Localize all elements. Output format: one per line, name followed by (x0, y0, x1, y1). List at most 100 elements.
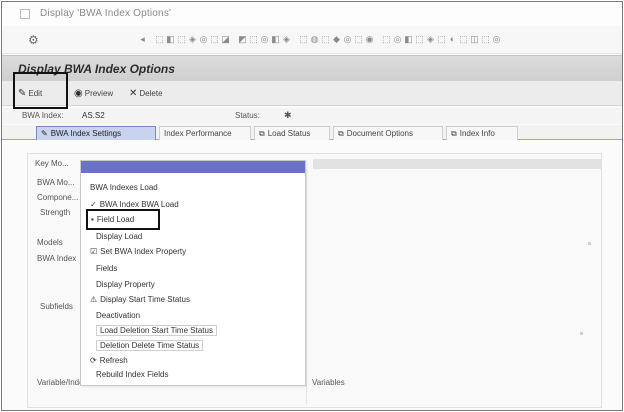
screen-title-bar: Display BWA Index Options (2, 55, 622, 81)
bwa-index-value: AS.S2 (82, 111, 105, 120)
tab-bwa-index-settings[interactable]: ✎ BWA Index Settings (36, 126, 156, 140)
menu-item[interactable]: ⚠ Display Start Time Status (90, 295, 190, 304)
preview-button[interactable]: ◉ Preview (74, 85, 113, 102)
window-title-bar: Display 'BWA Index Options' (2, 2, 622, 26)
system-toolbar-icon[interactable]: ◍ (310, 34, 319, 45)
system-toolbar-icons: ◂ ⬚ ◧ ⬚ ◈ ◎ ⬚ ◪ ◩ ⬚ ◎ ◧ ◈ ⬚ ◍ ⬚ ◆ ◎ ⬚ ◉ ⬚ ◎ ◧ ⬚ ◈ ⬚ ◐ ⬚ ◫ ⬚ ◎ (138, 34, 503, 45)
refresh-icon: ⟳ (90, 356, 97, 365)
system-toolbar-icon[interactable]: ◂ (138, 34, 147, 45)
system-toolbar-icon[interactable]: ⬚ (481, 34, 490, 45)
menu-item[interactable]: Deactivation (96, 311, 140, 320)
system-toolbar-icon[interactable]: ⬚ (459, 34, 468, 45)
system-toolbar-icon[interactable]: ⬚ (177, 34, 186, 45)
edit-highlight-box (13, 72, 68, 109)
context-menu (80, 160, 306, 386)
tab-label: Load Status (267, 129, 311, 138)
tab-index-performance[interactable]: Index Performance (159, 126, 251, 140)
header-field-row: BWA Index: AS.S2 Status: ✱ (2, 108, 622, 124)
left-field-label: BWA Mo... (37, 178, 75, 187)
menu-item[interactable]: ⟳ Refresh (90, 356, 128, 365)
tab-document-options[interactable]: ⧉ Document Options (333, 126, 443, 140)
system-toolbar-icon[interactable]: ⬚ (437, 34, 446, 45)
left-field-label: Subfields (40, 302, 73, 311)
menu-item-label: Display Property (96, 280, 155, 289)
system-toolbar-icon[interactable]: ⬚ (299, 34, 308, 45)
system-toolbar-icon[interactable]: ◎ (393, 34, 402, 45)
menu-item-label: Fields (96, 264, 118, 273)
sap-window: Display 'BWA Index Options' ⚙ ◂ ⬚ ◧ ⬚ ◈ ◎ ⬚ ◪ ◩ ⬚… (1, 1, 623, 411)
glasses-icon: ◉ (74, 88, 83, 99)
menu-item[interactable]: ✓ BWA Index BWA Load (90, 200, 179, 209)
menu-item-label: Deletion Delete Time Status (100, 341, 200, 350)
tab-icon: ⧉ (338, 128, 344, 138)
pencil-icon: ✎ (41, 129, 48, 138)
tab-icon: ⧉ (259, 128, 265, 138)
system-toolbar-icon[interactable]: ⬚ (210, 34, 219, 45)
system-toolbar-icon[interactable]: ◧ (271, 34, 280, 45)
menu-item[interactable]: Rebuild Index Fields (96, 370, 168, 379)
system-toolbar-icon[interactable]: ◎ (199, 34, 208, 45)
tab-icon: ⧉ (451, 128, 457, 138)
system-toolbar-icon[interactable]: ◐ (448, 34, 457, 45)
system-toolbar-icon[interactable]: ⬚ (155, 34, 164, 45)
delete-button[interactable]: ✕ Delete (129, 85, 163, 102)
system-toolbar-icon[interactable]: ⬚ (415, 34, 424, 45)
window-title: Display 'BWA Index Options' (40, 8, 172, 19)
menu-item-label: BWA Index BWA Load (99, 200, 179, 209)
system-toolbar-icon[interactable]: ◈ (282, 34, 291, 45)
window-menu-checkbox[interactable] (20, 9, 30, 19)
system-toolbar-icon[interactable]: ◩ (238, 34, 247, 45)
system-toolbar-icon[interactable]: ◈ (426, 34, 435, 45)
warning-icon: ⚠ (90, 295, 98, 304)
tab-index-info[interactable]: ⧉ Index Info (446, 126, 518, 140)
delete-icon: ✕ (129, 88, 138, 99)
delete-button-label: Delete (139, 89, 163, 98)
system-toolbar-icon[interactable]: ◪ (221, 34, 230, 45)
system-toolbar-icon[interactable]: ◆ (332, 34, 341, 45)
application-toolbar: ✎ Edit ◉ Preview ✕ Delete (2, 81, 622, 106)
tab-load-status[interactable]: ⧉ Load Status (254, 126, 330, 140)
menu-item-label: Display Start Time Status (100, 295, 190, 304)
system-toolbar-icon[interactable]: ⬚ (321, 34, 330, 45)
tab-label: Index Performance (164, 129, 232, 138)
system-toolbar-icon[interactable]: ⬚ (354, 34, 363, 45)
menu-item-label: Load Deletion Start Time Status (100, 326, 213, 335)
tab-strip: ✎ BWA Index Settings Index Performance ⧉… (2, 125, 622, 140)
tab-label: Index Info (459, 129, 495, 138)
system-toolbar-icon[interactable]: ◫ (470, 34, 479, 45)
system-toolbar-icon[interactable]: ◎ (343, 34, 352, 45)
menu-item-label: Rebuild Index Fields (96, 370, 169, 379)
status-icon: ✱ (284, 110, 292, 120)
system-toolbar-icon[interactable]: ◈ (188, 34, 197, 45)
system-toolbar-icon[interactable]: ⬚ (382, 34, 391, 45)
menu-item[interactable]: Fields (96, 264, 117, 273)
left-field-label: Models (37, 238, 63, 247)
menu-item-label: Display Load (96, 232, 143, 241)
menu-item[interactable]: Deletion Delete Time Status (96, 340, 204, 351)
system-toolbar-icon[interactable]: ◧ (166, 34, 175, 45)
menu-item-label: Deactivation (96, 311, 141, 320)
panel-divider (306, 169, 307, 404)
system-toolbar-icon[interactable]: ◎ (492, 34, 501, 45)
left-field-label: Key Mo... (35, 159, 69, 168)
left-field-label: Strength (40, 208, 71, 217)
menu-item[interactable]: Display Load (96, 232, 142, 241)
checkbox-icon: ☑ (90, 247, 98, 256)
left-field-label: BWA Index (37, 254, 77, 263)
system-menu-icon[interactable]: ⚙ (28, 33, 39, 47)
variables-label: Variables (312, 378, 345, 387)
right-panel-header (313, 159, 602, 169)
system-toolbar-icon[interactable]: ◧ (404, 34, 413, 45)
system-toolbar-icon[interactable]: ◎ (260, 34, 269, 45)
menu-item[interactable]: Load Deletion Start Time Status (96, 325, 217, 336)
system-toolbar-icon[interactable]: ⬚ (249, 34, 258, 45)
status-label: Status: (235, 111, 260, 120)
system-toolbar-icon[interactable]: ◉ (365, 34, 374, 45)
menu-item-label: Refresh (99, 356, 128, 365)
scroll-marker (588, 242, 591, 245)
menu-item[interactable]: BWA Indexes Load (90, 183, 158, 192)
left-field-label: Compone... (37, 193, 79, 202)
menu-item[interactable]: Display Property (96, 280, 155, 289)
menu-item[interactable]: ☑ Set BWA Index Property (90, 247, 186, 256)
field-load-highlight-box (86, 209, 160, 230)
